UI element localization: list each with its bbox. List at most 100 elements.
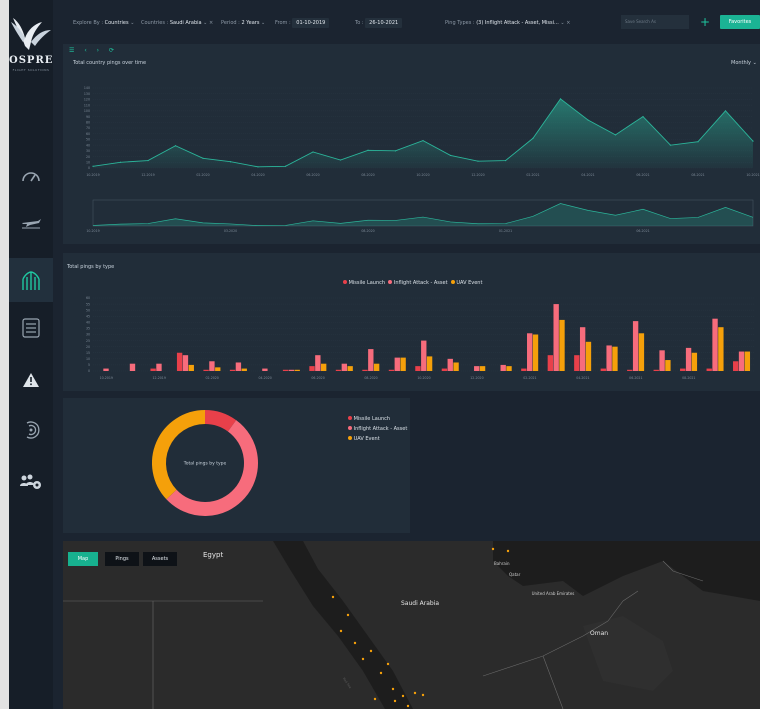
donut-legend-item[interactable]: Missile Launch xyxy=(348,414,407,424)
navigator-tick-label: 10-2019 xyxy=(86,229,99,233)
x-tick-label: 10-2019 xyxy=(86,173,99,177)
explore-by-filter[interactable]: Explore By : Countries ⌄ xyxy=(73,20,134,26)
to-label: To : xyxy=(355,20,364,26)
legend-dot-icon xyxy=(348,426,352,430)
ping-types-filter[interactable]: Ping Types : (3) Inflight Attack - Asset… xyxy=(445,20,570,26)
bar xyxy=(209,361,215,371)
period-label: Period : xyxy=(221,20,240,26)
clear-icon[interactable]: × xyxy=(209,20,213,26)
clear-icon[interactable]: × xyxy=(566,20,570,26)
bar xyxy=(203,369,209,371)
x-tick-label: 10-2020 xyxy=(417,376,430,380)
tab-pings[interactable]: Pings xyxy=(105,552,139,566)
donut-legend-label: UAV Event xyxy=(353,436,380,442)
bar xyxy=(320,363,327,371)
bar xyxy=(315,355,321,371)
y-tick-label: 35 xyxy=(86,327,90,331)
bar xyxy=(527,333,533,371)
to-date-input[interactable]: 26-10-2021 xyxy=(365,18,403,28)
x-tick-label: 02-2021 xyxy=(523,376,536,380)
nav-item-reports[interactable] xyxy=(9,306,53,350)
navigator-tick-label: 03-2020 xyxy=(224,229,237,233)
y-tick-label: 60 xyxy=(86,296,90,300)
nav-item-radar[interactable] xyxy=(9,408,53,452)
donut-legend-item[interactable]: UAV Event xyxy=(348,434,407,444)
map-canvas[interactable] xyxy=(63,541,760,709)
sidebar: OSPREY FLIGHT SOLUTIONS xyxy=(9,0,53,709)
bar xyxy=(341,363,348,371)
y-tick-label: 140 xyxy=(84,86,90,90)
bar xyxy=(415,366,421,371)
bar xyxy=(659,350,665,371)
bar xyxy=(229,369,236,371)
y-tick-label: 30 xyxy=(86,333,90,337)
bar xyxy=(506,366,512,371)
x-tick-label: 04-2021 xyxy=(581,173,594,177)
bar xyxy=(373,363,380,371)
to-date-filter[interactable]: To : 26-10-2021 xyxy=(355,18,403,28)
navigator-tick-label: 06-2021 xyxy=(636,229,649,233)
area-point xyxy=(477,160,479,162)
y-tick-label: 40 xyxy=(86,321,90,325)
x-tick-label: 08-2021 xyxy=(691,173,704,177)
bar xyxy=(368,349,374,371)
bar xyxy=(585,341,592,371)
donut-legend-item[interactable]: Inflight Attack - Asset xyxy=(348,424,407,434)
y-tick-label: 60 xyxy=(86,132,90,136)
tab-assets[interactable]: Assets xyxy=(143,552,177,566)
bar xyxy=(441,368,448,371)
x-tick-label: 10-2020 xyxy=(416,173,429,177)
map-label-uae: United Arab Emirates xyxy=(531,591,575,596)
bar xyxy=(335,369,342,371)
map-panel[interactable]: Egypt Saudi Arabia Oman United Arab Emir… xyxy=(63,541,760,709)
navigator-tick-label: 08-2020 xyxy=(361,229,374,233)
tab-map[interactable]: Map xyxy=(68,552,98,566)
navigator-area xyxy=(93,203,753,226)
y-tick-label: 10 xyxy=(86,160,90,164)
bar xyxy=(665,360,671,371)
nav-item-pings[interactable] xyxy=(9,258,53,302)
bar xyxy=(150,368,156,371)
map-label-saudi-arabia: Saudi Arabia xyxy=(401,600,440,607)
area-point xyxy=(229,161,232,163)
period-filter[interactable]: Period : 2 Years ⌄ xyxy=(221,20,265,26)
bar xyxy=(347,366,353,371)
ping-types-value: (3) Inflight Attack - Asset, Missi... xyxy=(476,20,559,26)
donut-slice xyxy=(152,410,206,500)
area-point xyxy=(724,110,727,112)
y-tick-label: 40 xyxy=(86,143,90,147)
bar xyxy=(294,369,300,371)
from-date-input[interactable]: 01-10-2019 xyxy=(292,18,330,28)
save-search-input[interactable]: Save Search As xyxy=(621,15,689,29)
bar xyxy=(685,347,692,371)
area-point xyxy=(202,157,204,159)
chevron-down-icon: ⌄ xyxy=(261,20,266,26)
x-tick-label: 12-2019 xyxy=(141,173,154,177)
bar-chart-panel: Total pings by type Missile Launch Infli… xyxy=(63,253,760,391)
favorites-button[interactable]: Favorites xyxy=(720,15,760,29)
bar xyxy=(712,318,718,371)
nav-item-team[interactable] xyxy=(9,460,53,504)
countries-filter[interactable]: Countries : Saudi Arabia ⌄ × xyxy=(141,20,213,26)
nav-item-alerts[interactable] xyxy=(9,358,53,402)
countries-label: Countries : xyxy=(141,20,169,26)
from-date-filter[interactable]: From : 01-10-2019 xyxy=(275,18,330,28)
area-point xyxy=(752,140,754,142)
nav-item-flights[interactable] xyxy=(9,200,53,244)
ping-types-label: Ping Types : xyxy=(445,20,475,26)
bar xyxy=(453,362,459,371)
bar xyxy=(500,364,506,371)
area-point xyxy=(642,115,644,118)
donut-legend-label: Missile Launch xyxy=(353,416,391,422)
map-label-egypt: Egypt xyxy=(203,551,224,559)
logo: OSPREY FLIGHT SOLUTIONS xyxy=(9,0,53,95)
team-settings-icon xyxy=(20,474,41,489)
y-tick-label: 55 xyxy=(86,302,90,306)
bar xyxy=(394,357,400,371)
y-tick-label: 100 xyxy=(84,109,90,113)
add-icon[interactable]: + xyxy=(700,15,710,29)
map-label-bahrain: Bahrain xyxy=(494,561,510,566)
bar xyxy=(215,367,221,371)
bar xyxy=(744,351,751,371)
nav-item-dashboard[interactable] xyxy=(9,154,53,198)
